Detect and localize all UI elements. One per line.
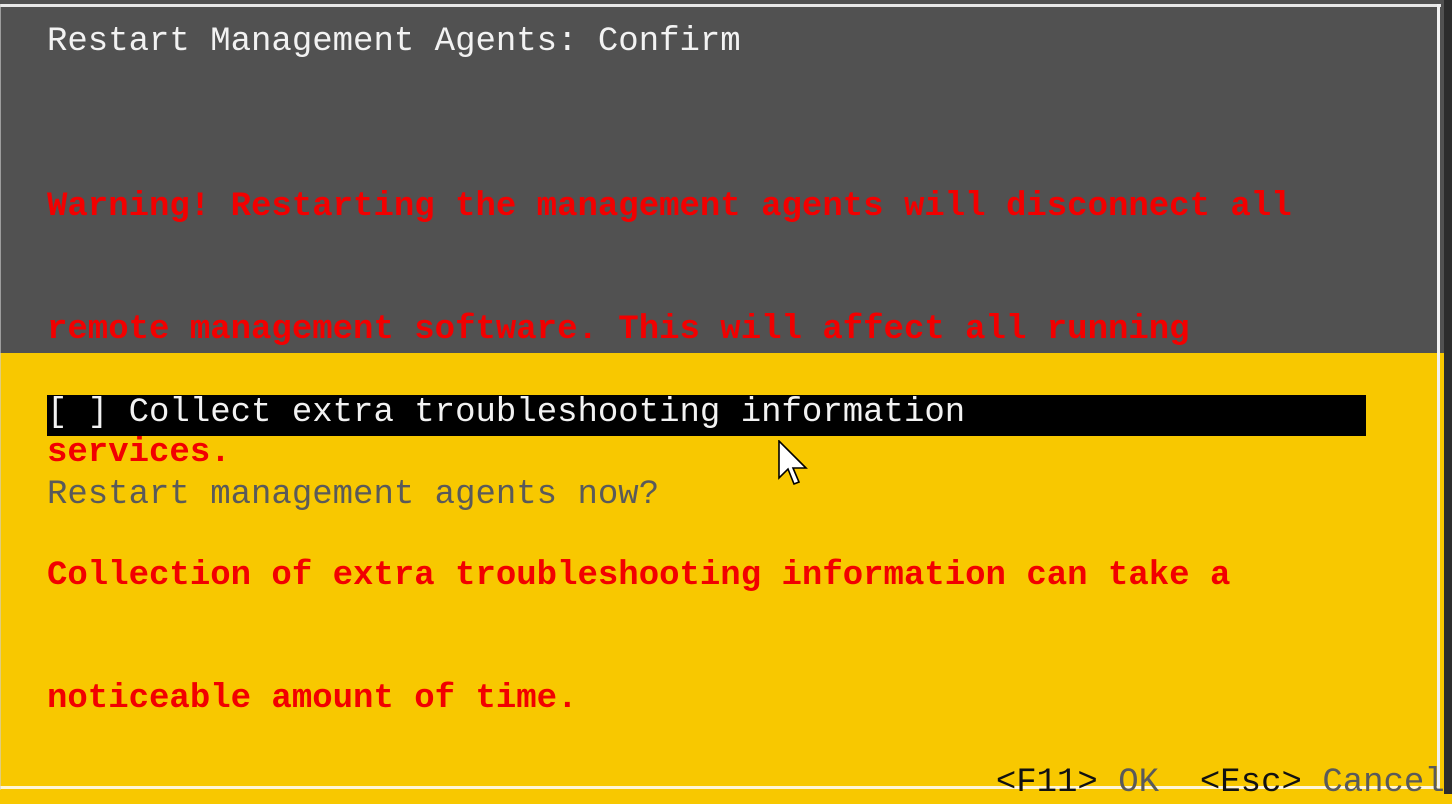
warning-line: Warning! Restarting the management agent… [47,188,1292,226]
cancel-button[interactable]: Cancel [1322,763,1444,804]
dialog-border-right [1437,4,1440,790]
mouse-cursor-icon [778,440,808,486]
dialog-border-top [0,4,1441,7]
confirm-prompt: Restart management agents now? [47,476,660,514]
dialog-footer: <F11> OK <Esc> Cancel [955,722,1445,802]
checkbox-label: Collect extra troubleshooting informatio… [128,394,966,432]
collect-troubleshooting-checkbox[interactable]: [ ] Collect extra troubleshooting inform… [47,393,965,434]
ok-key-hint: <F11> [995,764,1098,802]
screen-edge [1444,0,1452,794]
warning-line: noticeable amount of time. [47,680,578,718]
cancel-key-hint: <Esc> [1199,764,1302,802]
checkbox-box[interactable]: [ ] [47,394,108,432]
dialog-border-left [0,4,1,790]
warning-line: remote management software. This will af… [47,311,1190,349]
warning-line: services. [47,434,231,472]
ok-button[interactable]: OK [1118,763,1159,804]
warning-line: Collection of extra troubleshooting info… [47,557,1231,595]
dialog-title: Restart Management Agents: Confirm [47,23,741,61]
